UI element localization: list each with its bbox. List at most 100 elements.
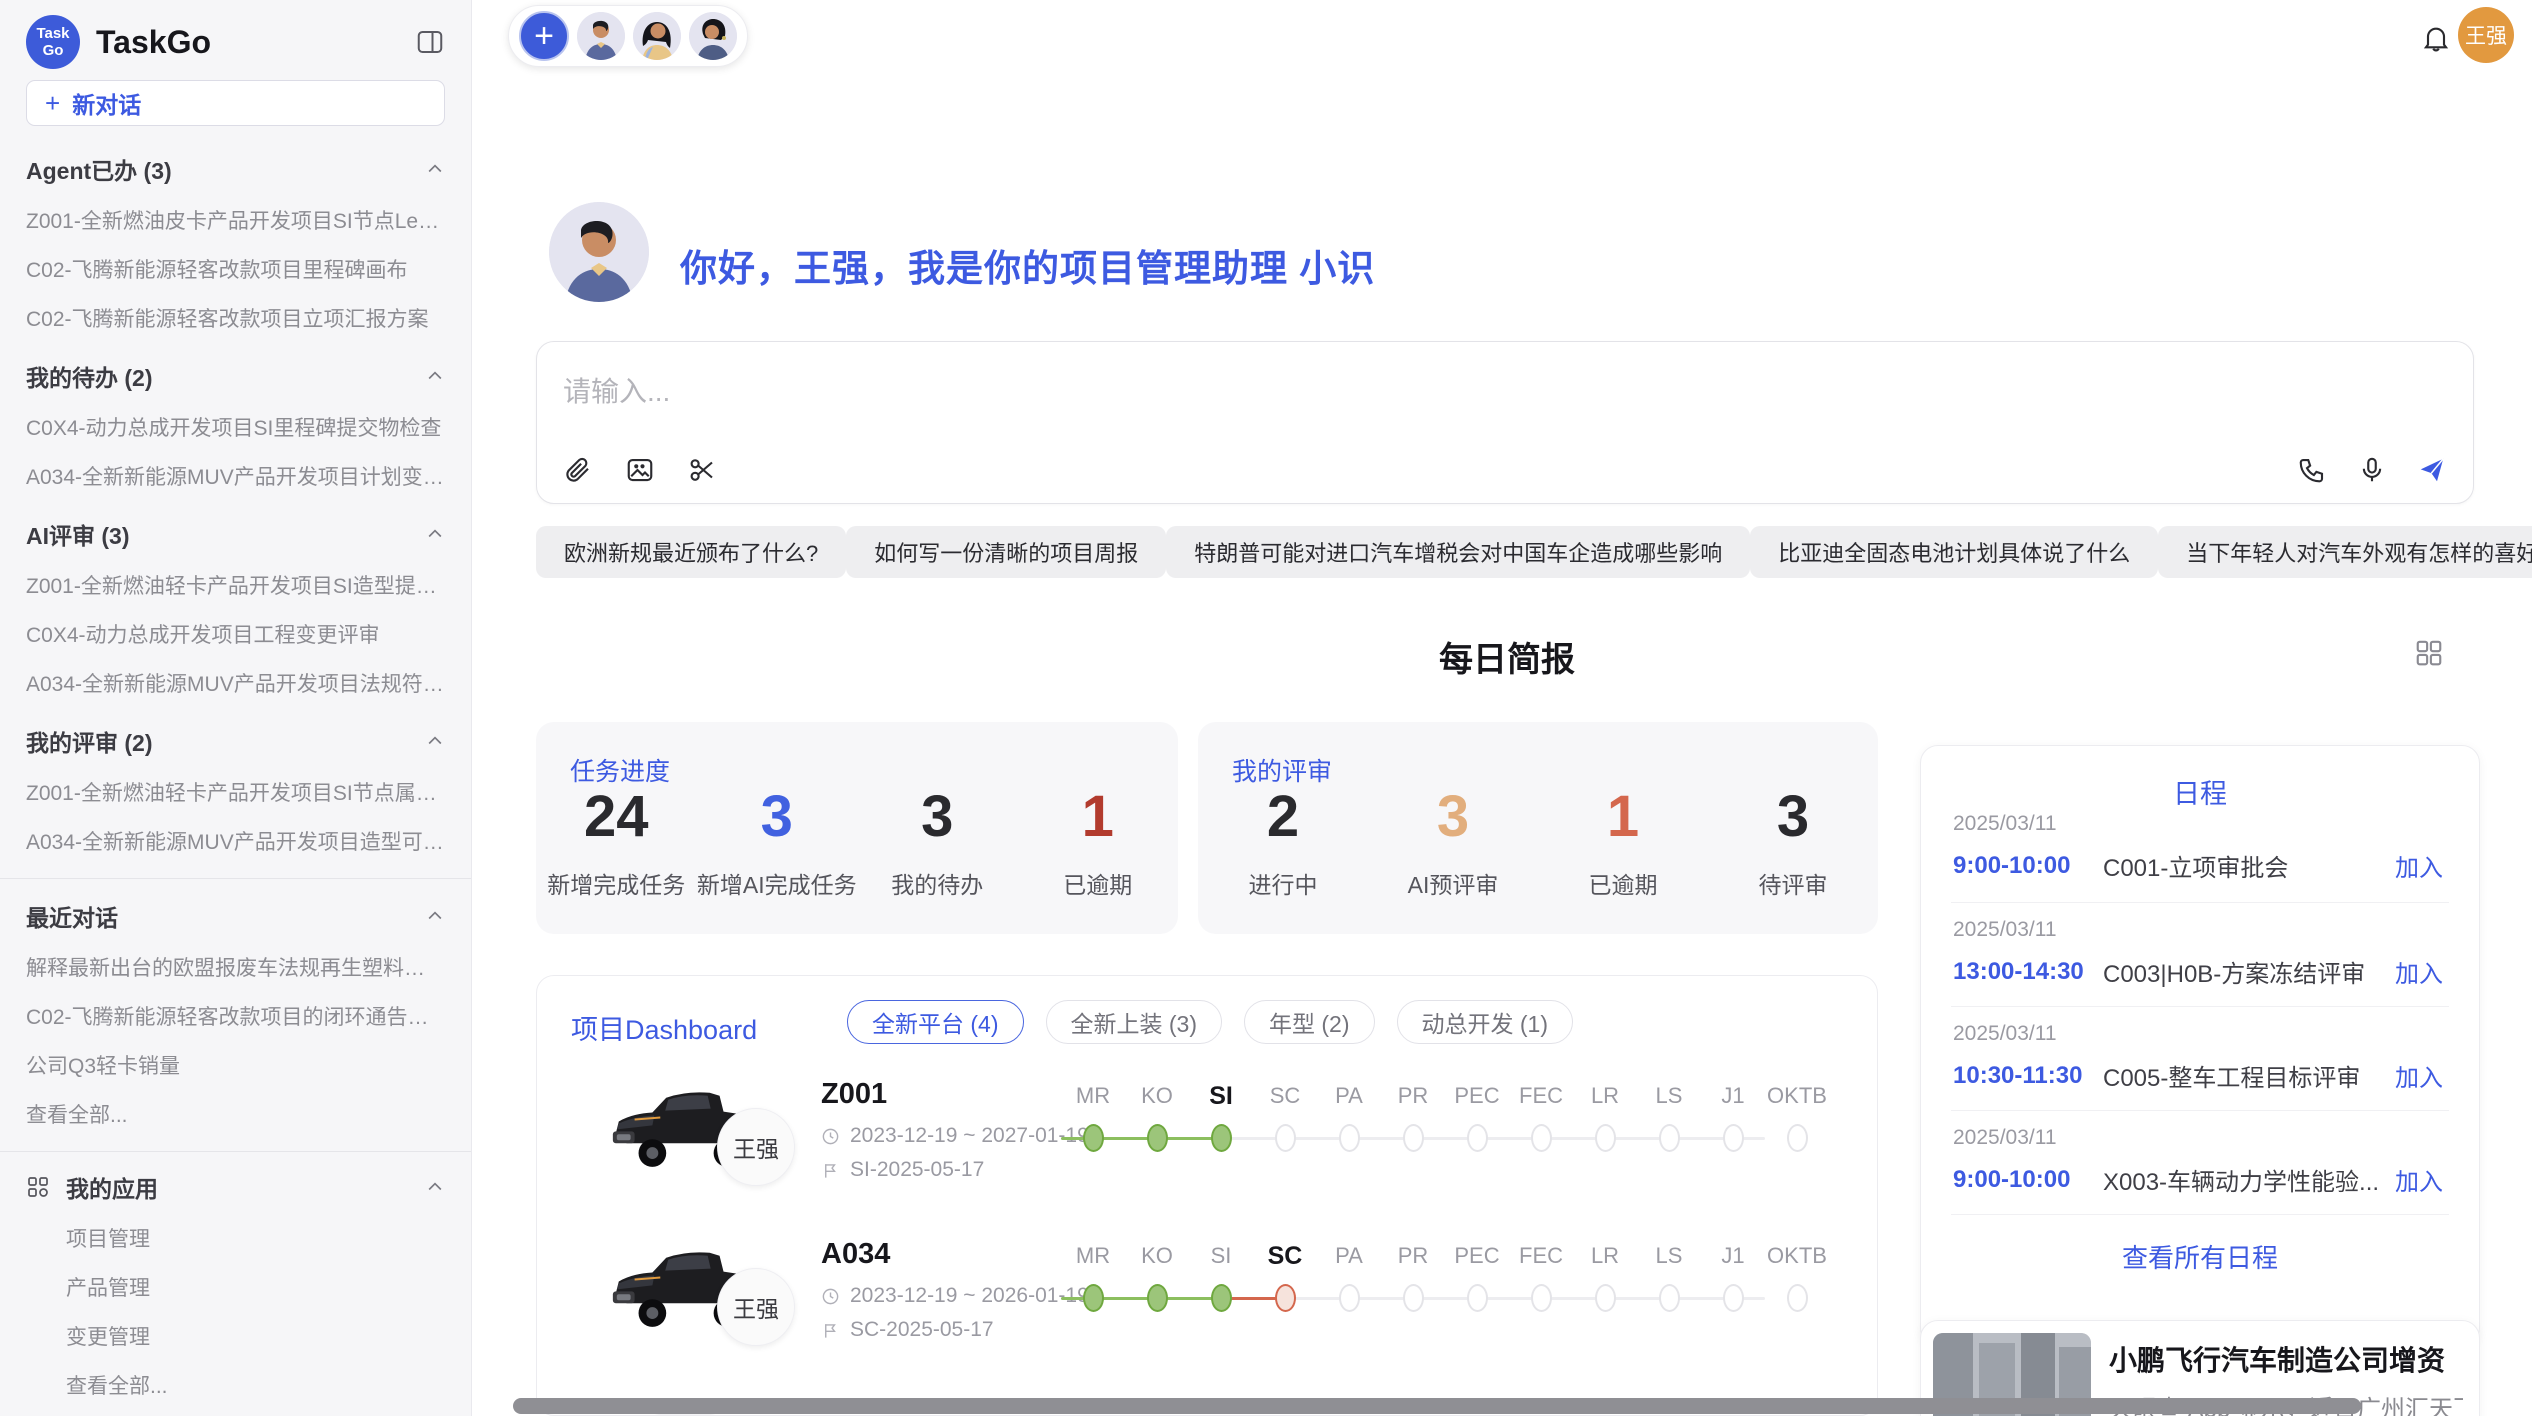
- sidebar-item[interactable]: C0X4-动力总成开发项目工程变更评审: [26, 619, 445, 649]
- milestone-label: LR: [1573, 1076, 1637, 1116]
- sidebar-item[interactable]: Z001-全新燃油轻卡产品开发项目SI造型提交物评审: [26, 570, 445, 600]
- project-next-milestone: SI-2025-05-17: [850, 1158, 984, 1182]
- notification-bell-icon[interactable]: [2420, 22, 2452, 56]
- tab-powertrain[interactable]: 动总开发 (1): [1397, 1000, 1574, 1044]
- layout-grid-icon[interactable]: [2414, 638, 2444, 668]
- sidebar-item[interactable]: A034-全新新能源MUV产品开发项目法规符合性评审: [26, 668, 445, 698]
- sidebar-item[interactable]: Z001-全新燃油轻卡产品开发项目SI节点属性5D文件评审: [26, 777, 445, 807]
- recent-chat-item[interactable]: 公司Q3轻卡销量: [26, 1050, 445, 1080]
- tab-model-year[interactable]: 年型 (2): [1244, 1000, 1375, 1044]
- user-avatar[interactable]: 王强: [2458, 7, 2514, 63]
- app-link-change-mgmt[interactable]: 变更管理: [66, 1321, 445, 1351]
- sidebar-item[interactable]: A034-全新新能源MUV产品开发项目计划变更表编写: [26, 461, 445, 491]
- schedule-item: 2025/03/11 13:00-14:30 C003|H0B-方案冻结评审 加…: [1953, 918, 2443, 989]
- milestone-label: PA: [1317, 1236, 1381, 1276]
- chevron-up-icon[interactable]: [425, 366, 445, 386]
- schedule-date: 2025/03/11: [1953, 1022, 2443, 1046]
- new-chat-button[interactable]: + 新对话: [26, 80, 445, 126]
- chevron-up-icon[interactable]: [425, 524, 445, 544]
- schedule-time: 10:30-11:30: [1953, 1062, 2103, 1090]
- divider: [1951, 1110, 2449, 1111]
- schedule-card: 日程 2025/03/11 9:00-10:00 C001-立项审批会 加入 2…: [1920, 745, 2480, 1346]
- join-meeting-link[interactable]: 加入: [2395, 954, 2443, 989]
- milestone-dot: [1531, 1284, 1552, 1312]
- sidebar-item[interactable]: C02-飞腾新能源轻客改款项目立项汇报方案: [26, 303, 445, 333]
- my-apps-header[interactable]: 我的应用: [26, 1170, 445, 1204]
- join-meeting-link[interactable]: 加入: [2395, 1162, 2443, 1197]
- project-owner-badge: 王强: [717, 1108, 795, 1186]
- section-title-my-review: 我的评审 (2): [26, 724, 153, 758]
- sidebar-item[interactable]: C02-飞腾新能源轻客改款项目里程碑画布: [26, 254, 445, 284]
- project-dashboard-card: 项目Dashboard 全新平台 (4) 全新上装 (3) 年型 (2) 动总开…: [536, 975, 1878, 1416]
- add-agent-button[interactable]: +: [519, 11, 569, 61]
- logo-text-bottom: Go: [43, 42, 64, 59]
- stat-label: 我的待办: [857, 866, 1018, 900]
- milestone-label: PR: [1381, 1076, 1445, 1116]
- sidebar-item[interactable]: C0X4-动力总成开发项目SI里程碑提交物检查: [26, 412, 445, 442]
- milestone-dot: [1531, 1124, 1552, 1152]
- sidebar-header: Task Go TaskGo: [26, 14, 445, 70]
- message-input[interactable]: [563, 370, 2063, 414]
- project-row[interactable]: 王强 Z001 2023-12-19 ~ 2027-01-19 SI-2025-…: [537, 1076, 1877, 1236]
- milestone-dot: [1467, 1124, 1488, 1152]
- view-all-apps-link[interactable]: 查看全部...: [66, 1370, 445, 1400]
- suggestion-chip[interactable]: 特朗普可能对进口汽车增税会对中国车企造成哪些影响: [1166, 526, 1750, 578]
- suggestion-chip[interactable]: 比亚迪全固态电池计划具体说了什么: [1750, 526, 2158, 578]
- owner-name: 王强: [733, 1130, 779, 1164]
- project-date-range: 2023-12-19 ~ 2026-01-19: [850, 1284, 1089, 1308]
- attachment-icon[interactable]: [563, 455, 593, 485]
- flag-icon: [821, 1161, 840, 1180]
- sidebar-collapse-icon[interactable]: [415, 27, 445, 57]
- task-progress-title: 任务进度: [570, 752, 670, 788]
- milestone-label: FEC: [1509, 1236, 1573, 1276]
- join-meeting-link[interactable]: 加入: [2395, 848, 2443, 883]
- agent-avatar[interactable]: [577, 12, 625, 60]
- horizontal-scrollbar[interactable]: [513, 1398, 2361, 1414]
- app-title: TaskGo: [96, 24, 415, 61]
- project-row[interactable]: 王强 A034 2023-12-19 ~ 2026-01-19 SC-2025-…: [537, 1236, 1877, 1396]
- milestone-dot-done: [1147, 1284, 1168, 1312]
- send-icon[interactable]: [2417, 455, 2447, 485]
- divider: [0, 1151, 471, 1152]
- view-all-schedule-link[interactable]: 查看所有日程: [1921, 1238, 2479, 1275]
- recent-chat-item[interactable]: 解释最新出台的欧盟报废车法规再生塑料比例被调至15%...: [26, 952, 445, 982]
- logo-text-top: Task: [36, 25, 69, 42]
- join-meeting-link[interactable]: 加入: [2395, 1058, 2443, 1093]
- microphone-icon[interactable]: [2357, 455, 2387, 485]
- suggestion-chip[interactable]: 欧洲新规最近颁布了什么?: [536, 526, 846, 578]
- sidebar-item[interactable]: Z001-全新燃油皮卡产品开发项目SI节点Lesson Learn报告: [26, 205, 445, 235]
- view-all-chats-link[interactable]: 查看全部...: [26, 1099, 445, 1129]
- app-link-project-mgmt[interactable]: 项目管理: [66, 1223, 445, 1253]
- clock-icon: [821, 1287, 840, 1306]
- my-apps-label: 我的应用: [66, 1170, 425, 1204]
- project-owner-badge: 王强: [717, 1268, 795, 1346]
- chevron-up-icon[interactable]: [425, 906, 445, 926]
- milestone-label: PA: [1317, 1076, 1381, 1116]
- chevron-up-icon[interactable]: [425, 731, 445, 751]
- agent-avatar[interactable]: [633, 12, 681, 60]
- divider: [0, 878, 471, 879]
- stat-value: 3: [1368, 784, 1538, 850]
- recent-chat-item[interactable]: C02-飞腾新能源轻客改款项目的闭环通告反馈情况: [26, 1001, 445, 1031]
- flag-icon: [821, 1321, 840, 1340]
- milestone-label: J1: [1701, 1236, 1765, 1276]
- app-link-product-mgmt[interactable]: 产品管理: [66, 1272, 445, 1302]
- image-icon[interactable]: [625, 455, 655, 485]
- agent-avatar[interactable]: [689, 12, 737, 60]
- chevron-up-icon[interactable]: [425, 1177, 445, 1197]
- suggestion-chip[interactable]: 如何写一份清晰的项目周报: [846, 526, 1166, 578]
- schedule-event: X003-车辆动力学性能验...: [2103, 1162, 2395, 1197]
- schedule-item: 2025/03/11 9:00-10:00 C001-立项审批会 加入: [1953, 812, 2443, 883]
- app-window: Task Go TaskGo + 新对话 Agent已办 (3) Z001-全新…: [0, 0, 2532, 1416]
- schedule-date: 2025/03/11: [1953, 918, 2443, 942]
- milestone-dot: [1339, 1284, 1360, 1312]
- suggestion-chip[interactable]: 当下年轻人对汽车外观有怎样的喜好趋势: [2158, 526, 2532, 578]
- stat-value: 3: [1708, 784, 1878, 850]
- tab-new-body[interactable]: 全新上装 (3): [1046, 1000, 1223, 1044]
- milestone-dot: [1659, 1124, 1680, 1152]
- sidebar-item[interactable]: A034-全新新能源MUV产品开发项目造型可行性评审: [26, 826, 445, 856]
- scissors-icon[interactable]: [687, 455, 717, 485]
- phone-icon[interactable]: [2297, 455, 2327, 485]
- tab-new-platform[interactable]: 全新平台 (4): [847, 1000, 1024, 1044]
- chevron-up-icon[interactable]: [425, 159, 445, 179]
